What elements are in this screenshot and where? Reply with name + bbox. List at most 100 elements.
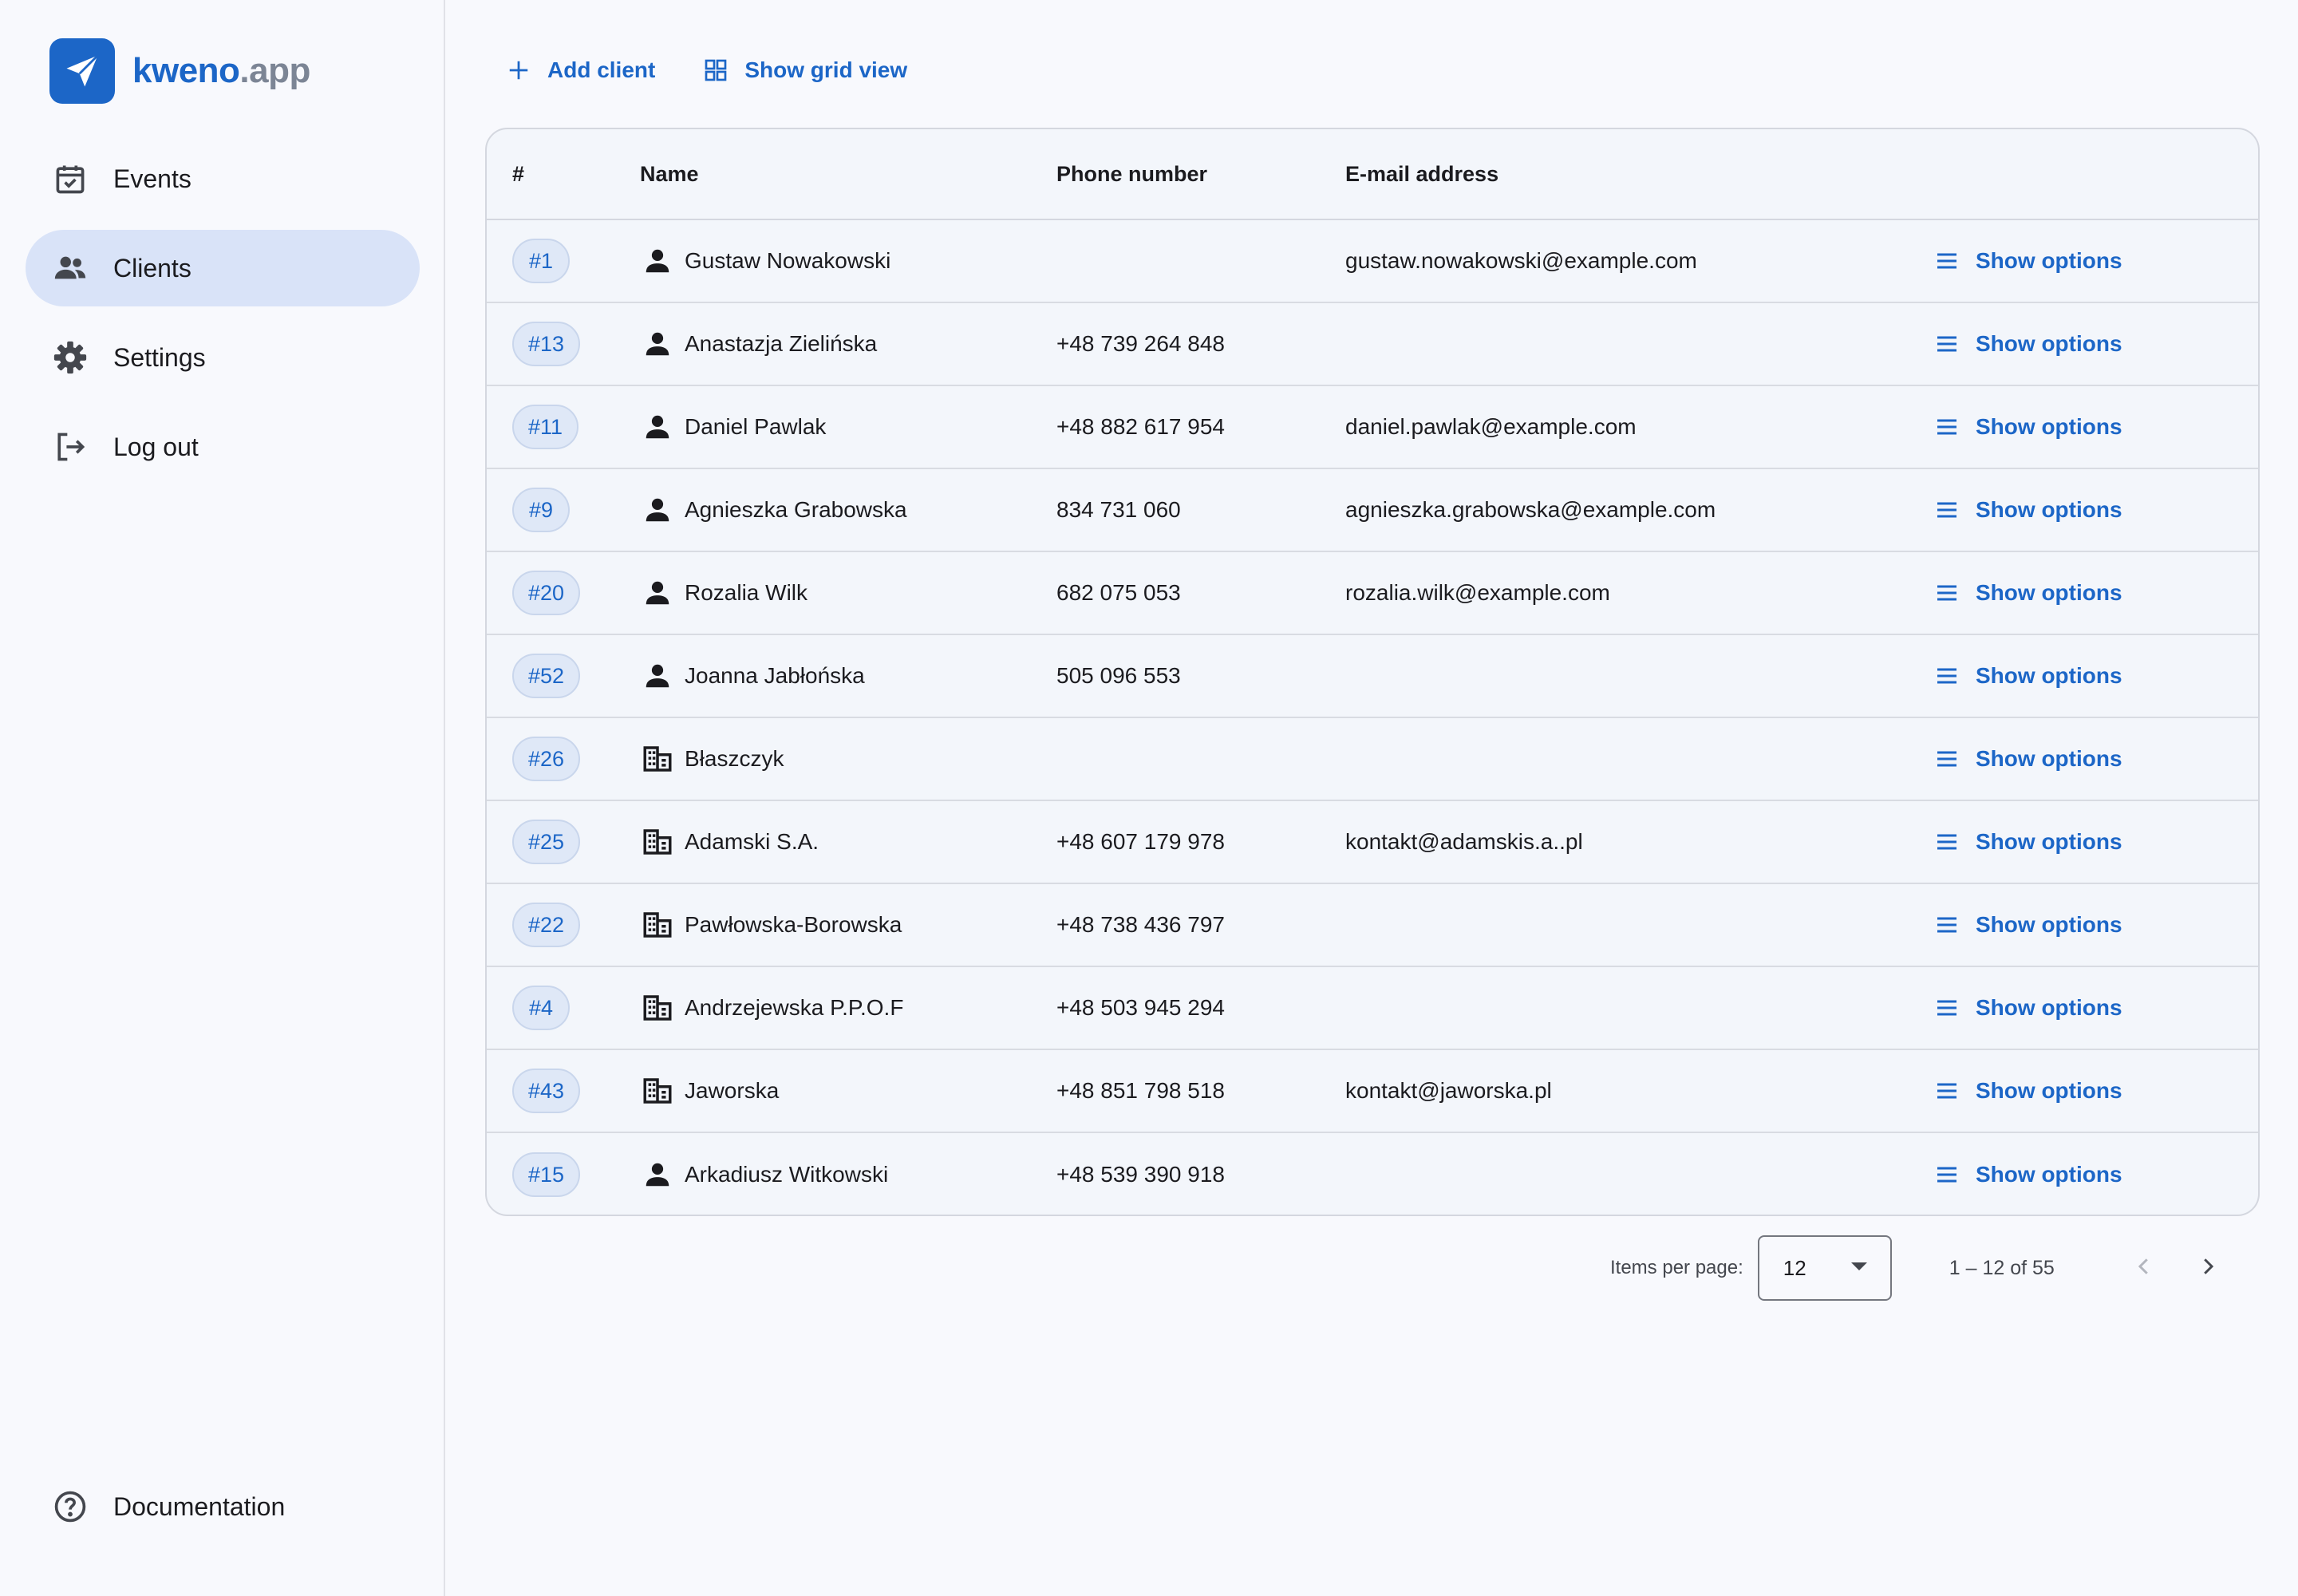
sidebar-item-label: Clients: [113, 253, 192, 282]
client-id-chip[interactable]: #22: [512, 903, 581, 947]
column-header-phone[interactable]: Phone number: [1056, 162, 1345, 187]
client-id-chip[interactable]: #4: [512, 986, 570, 1030]
brand-logo[interactable]: kweno.app: [49, 38, 310, 104]
column-header-name[interactable]: Name: [640, 162, 1056, 187]
client-id-chip[interactable]: #1: [512, 239, 570, 283]
menu-icon: [1933, 994, 1961, 1022]
building-icon: [640, 907, 675, 942]
id-cell: #4: [487, 986, 640, 1030]
show-options-label: Show options: [1976, 248, 2122, 273]
add-client-label: Add client: [547, 57, 656, 82]
items-per-page-select[interactable]: 12: [1757, 1235, 1892, 1301]
show-options-button[interactable]: Show options: [1923, 1154, 2132, 1195]
building-icon: [640, 741, 675, 776]
next-page-button[interactable]: [2182, 1242, 2233, 1294]
previous-page-button[interactable]: [2118, 1242, 2170, 1294]
options-cell: Show options: [1923, 240, 2258, 282]
show-options-button[interactable]: Show options: [1923, 987, 2132, 1029]
sidebar-item-settings[interactable]: Settings: [26, 319, 420, 396]
show-options-button[interactable]: Show options: [1923, 489, 2132, 531]
sidebar-item-logout[interactable]: Log out: [26, 409, 420, 485]
sidebar-item-label: Events: [113, 164, 192, 193]
table-row[interactable]: #4 Andrzejewska P.P.O.F +48 503 945 294 Sho…: [487, 967, 2258, 1050]
name-cell: Anastazja Zielińska: [640, 326, 1056, 361]
sidebar-item-events[interactable]: Events: [26, 140, 420, 217]
show-options-button[interactable]: Show options: [1923, 323, 2132, 365]
client-name: Arkadiusz Witkowski: [685, 1162, 889, 1187]
phone-cell: +48 739 264 848: [1056, 331, 1225, 356]
id-cell: #9: [487, 488, 640, 532]
show-options-button[interactable]: Show options: [1923, 655, 2132, 697]
client-id-chip[interactable]: #11: [512, 405, 579, 449]
show-options-button[interactable]: Show options: [1923, 572, 2132, 614]
table-row[interactable]: #43 Jaworska +48 851 798 518 kontakt@jawors…: [487, 1050, 2258, 1133]
menu-icon: [1933, 496, 1961, 524]
table-body: #1 Gustaw Nowakowski gustaw.nowakowski@exa…: [487, 220, 2258, 1215]
column-header-id[interactable]: #: [487, 162, 640, 187]
name-cell: Agnieszka Grabowska: [640, 492, 1056, 527]
name-cell: Daniel Pawlak: [640, 409, 1056, 444]
client-id-chip[interactable]: #15: [512, 1152, 581, 1197]
client-id-chip[interactable]: #26: [512, 737, 581, 781]
table-row[interactable]: #1 Gustaw Nowakowski gustaw.nowakowski@exa…: [487, 220, 2258, 303]
calendar-check-icon: [51, 160, 89, 198]
table-row[interactable]: #26 Błaszczyk Show options: [487, 718, 2258, 801]
client-id-chip[interactable]: #9: [512, 488, 570, 532]
options-cell: Show options: [1923, 489, 2258, 531]
table-row[interactable]: #25 Adamski S.A. +48 607 179 978 kontakt@ad…: [487, 801, 2258, 884]
show-options-button[interactable]: Show options: [1923, 1070, 2132, 1112]
items-per-page-label: Items per page:: [1610, 1257, 1743, 1278]
menu-icon: [1933, 247, 1961, 275]
items-per-page-value: 12: [1783, 1255, 1806, 1280]
menu-icon: [1933, 1160, 1961, 1189]
show-options-label: Show options: [1976, 497, 2122, 522]
client-id-chip[interactable]: #20: [512, 571, 581, 615]
show-grid-view-button[interactable]: Show grid view: [692, 45, 917, 96]
show-options-label: Show options: [1976, 663, 2122, 688]
building-icon: [640, 990, 675, 1025]
toolbar: Add client Show grid view: [495, 45, 944, 96]
show-options-label: Show options: [1976, 1162, 2122, 1187]
id-cell: #43: [487, 1069, 640, 1113]
show-options-label: Show options: [1976, 580, 2122, 605]
show-options-button[interactable]: Show options: [1923, 406, 2132, 448]
table-row[interactable]: #22 Pawłowska-Borowska +48 738 436 797 Show…: [487, 884, 2258, 967]
show-options-label: Show options: [1976, 912, 2122, 937]
client-name: Andrzejewska P.P.O.F: [685, 995, 904, 1020]
email-cell: kontakt@adamskis.a..pl: [1345, 829, 1583, 854]
phone-cell: 682 075 053: [1056, 580, 1181, 605]
sidebar-item-documentation[interactable]: Documentation: [26, 1468, 420, 1545]
options-cell: Show options: [1923, 572, 2258, 614]
client-name: Agnieszka Grabowska: [685, 497, 907, 522]
brand-name-secondary: .app: [239, 51, 310, 90]
phone-cell: 834 731 060: [1056, 497, 1181, 522]
show-options-button[interactable]: Show options: [1923, 738, 2132, 780]
menu-icon: [1933, 911, 1961, 939]
show-options-button[interactable]: Show options: [1923, 240, 2132, 282]
table-row[interactable]: #15 Arkadiusz Witkowski +48 539 390 918 Sho…: [487, 1133, 2258, 1215]
client-name: Gustaw Nowakowski: [685, 248, 891, 273]
client-id-chip[interactable]: #43: [512, 1069, 581, 1113]
plus-icon: [504, 56, 533, 85]
options-cell: Show options: [1923, 1154, 2258, 1195]
client-id-chip[interactable]: #25: [512, 820, 581, 864]
table-row[interactable]: #52 Joanna Jabłońska 505 096 553 Show optio…: [487, 635, 2258, 718]
id-cell: #1: [487, 239, 640, 283]
brand-name: kweno.app: [132, 51, 310, 91]
person-icon: [640, 658, 675, 693]
client-id-chip[interactable]: #13: [512, 322, 581, 366]
table-row[interactable]: #9 Agnieszka Grabowska 834 731 060 agnieszk…: [487, 469, 2258, 552]
show-options-label: Show options: [1976, 1078, 2122, 1103]
sidebar-item-clients[interactable]: Clients: [26, 230, 420, 306]
client-id-chip[interactable]: #52: [512, 654, 581, 698]
client-name: Joanna Jabłońska: [685, 663, 865, 688]
table-row[interactable]: #13 Anastazja Zielińska +48 739 264 848 Sho…: [487, 303, 2258, 386]
options-cell: Show options: [1923, 323, 2258, 365]
table-row[interactable]: #20 Rozalia Wilk 682 075 053 rozalia.wilk@e…: [487, 552, 2258, 635]
id-cell: #11: [487, 405, 640, 449]
add-client-button[interactable]: Add client: [495, 45, 665, 96]
column-header-email[interactable]: E-mail address: [1345, 162, 1923, 187]
show-options-button[interactable]: Show options: [1923, 904, 2132, 946]
show-options-button[interactable]: Show options: [1923, 821, 2132, 863]
table-row[interactable]: #11 Daniel Pawlak +48 882 617 954 daniel.pa…: [487, 386, 2258, 469]
